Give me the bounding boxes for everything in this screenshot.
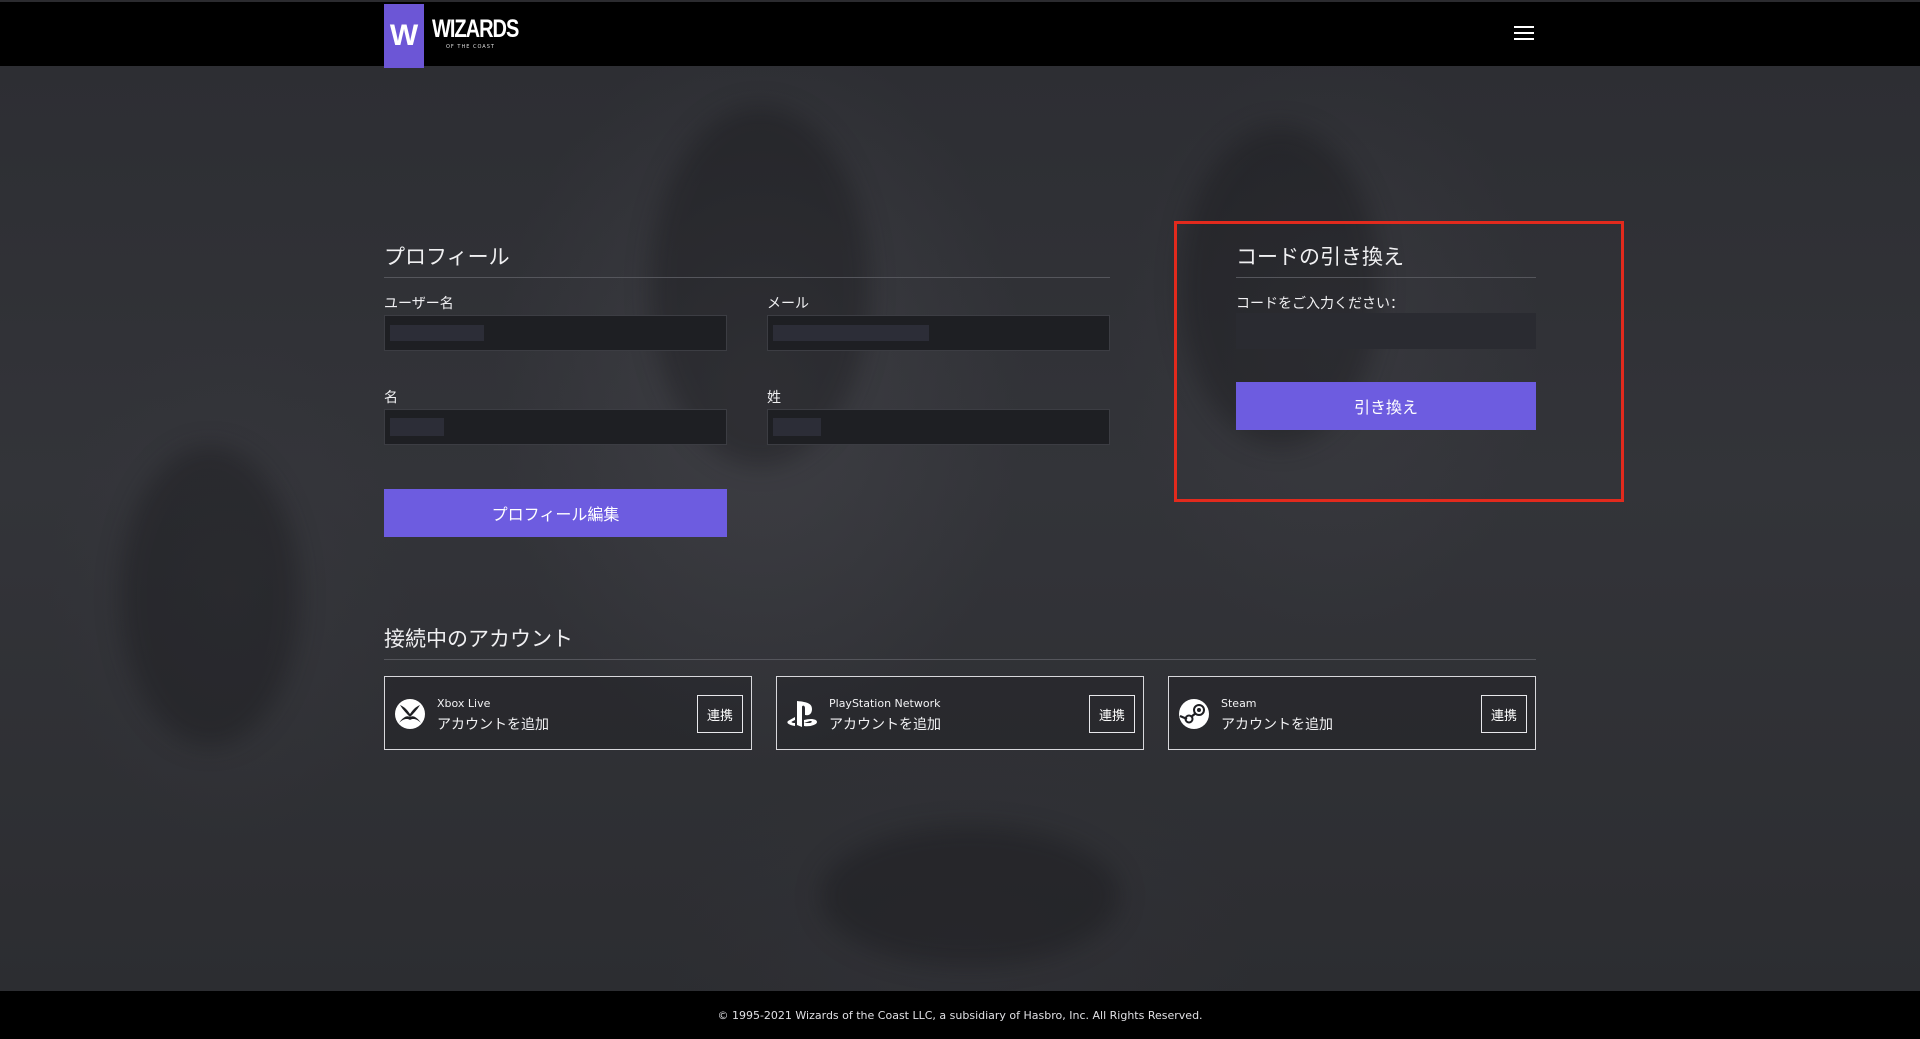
copyright-text: © 1995-2021 Wizards of the Coast LLC, a … <box>717 1008 1203 1022</box>
link-playstation-button[interactable]: 連携 <box>1089 695 1135 733</box>
account-card-xbox: Xbox Live アカウントを追加 連携 <box>384 676 752 750</box>
redacted-value <box>773 418 821 436</box>
account-card-playstation: PlayStation Network アカウントを追加 連携 <box>776 676 1144 750</box>
logo-mark: W <box>384 4 424 68</box>
background-art <box>0 66 1920 991</box>
account-name: Xbox Live <box>437 697 491 710</box>
highlight-box <box>1174 221 1624 502</box>
top-navigation-bar: W WIZARDS OF THE COAST <box>0 0 1920 68</box>
add-account-text: アカウントを追加 <box>829 717 941 733</box>
add-account-text: アカウントを追加 <box>1221 717 1333 733</box>
edit-profile-button[interactable]: プロフィール編集 <box>384 489 727 537</box>
account-name: PlayStation Network <box>829 697 941 710</box>
background-shape <box>820 826 1120 966</box>
logo-subtitle: OF THE COAST <box>446 44 495 50</box>
steam-icon <box>1179 699 1209 729</box>
link-steam-button[interactable]: 連携 <box>1481 695 1527 733</box>
playstation-icon <box>787 701 817 727</box>
profile-divider <box>384 277 1110 278</box>
account-name: Steam <box>1221 697 1257 710</box>
menu-line <box>1514 38 1534 40</box>
menu-line <box>1514 26 1534 28</box>
footer: © 1995-2021 Wizards of the Coast LLC, a … <box>0 991 1920 1039</box>
add-account-text: アカウントを追加 <box>437 717 549 733</box>
redacted-value <box>390 325 484 341</box>
link-xbox-button[interactable]: 連携 <box>697 695 743 733</box>
account-card-steam: Steam アカウントを追加 連携 <box>1168 676 1536 750</box>
logo-word: WIZARDS <box>432 15 519 44</box>
email-label: メール <box>767 296 809 312</box>
profile-section-title: プロフィール <box>384 245 510 269</box>
redacted-value <box>390 418 444 436</box>
xbox-icon <box>395 699 425 729</box>
redacted-value <box>773 325 929 341</box>
connected-divider <box>384 659 1536 660</box>
last-name-label: 姓 <box>767 390 781 406</box>
username-label: ユーザー名 <box>384 296 454 312</box>
menu-line <box>1514 32 1534 34</box>
connected-accounts-title: 接続中のアカウント <box>384 627 573 651</box>
first-name-label: 名 <box>384 390 398 406</box>
logo-wordmark: WIZARDS OF THE COAST <box>432 17 519 50</box>
hamburger-icon[interactable] <box>1514 26 1534 44</box>
wizards-logo[interactable]: W WIZARDS OF THE COAST <box>384 4 519 68</box>
background-shape <box>120 446 300 746</box>
